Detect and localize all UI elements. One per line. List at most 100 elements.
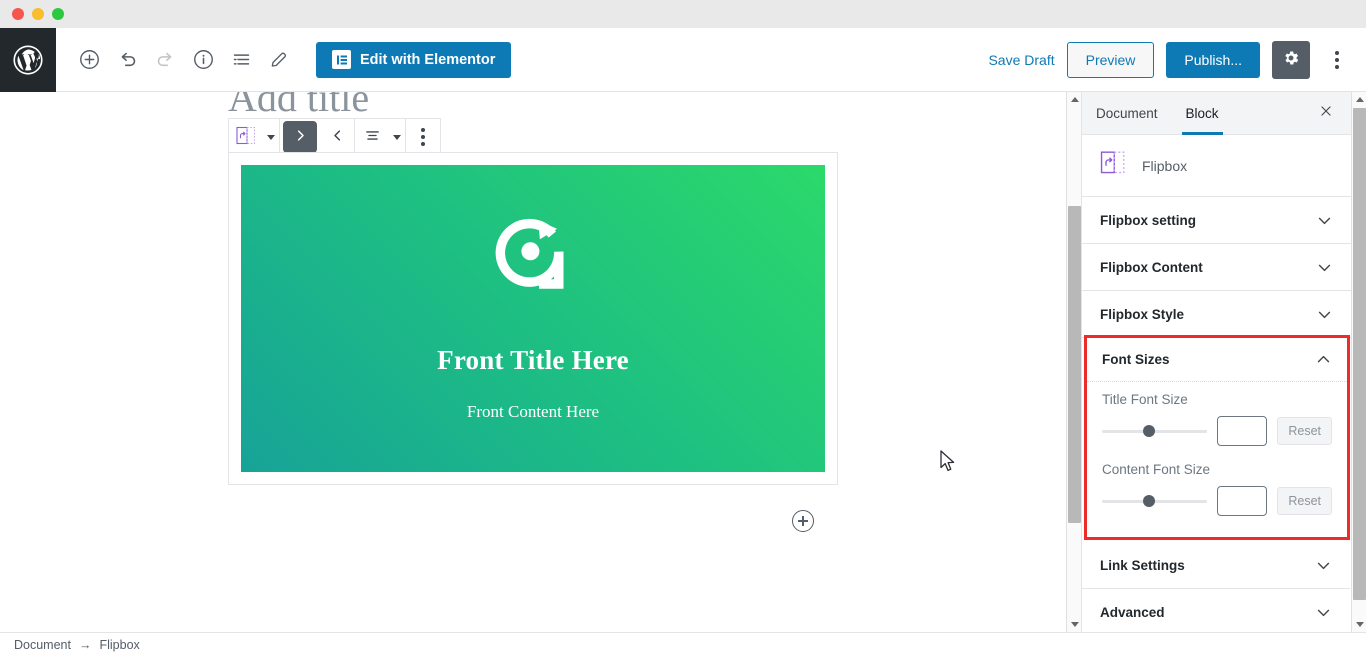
- flipbox-front-content[interactable]: Front Content Here: [467, 402, 599, 422]
- wordpress-logo-icon[interactable]: [0, 27, 56, 92]
- move-block-down-button[interactable]: [320, 119, 354, 155]
- editor-scrollbar[interactable]: [1066, 92, 1081, 632]
- save-draft-button[interactable]: Save Draft: [988, 52, 1054, 68]
- rotate-circle-arrow-icon: [490, 210, 576, 301]
- gear-icon: [1282, 49, 1300, 70]
- title-font-size-input[interactable]: [1217, 416, 1268, 446]
- chevron-down-icon: [1316, 306, 1333, 323]
- block-move-group: [280, 119, 355, 155]
- sidebar-scroll-down-button[interactable]: [1352, 617, 1366, 632]
- breadcrumb-arrow-icon: →: [78, 637, 92, 652]
- chevron-down-icon: [1316, 212, 1333, 229]
- toolbar-right-group: Save Draft Preview Publish...: [988, 40, 1366, 79]
- close-sidebar-button[interactable]: [1313, 100, 1339, 126]
- panel-font-sizes-body: Title Font Size Reset Content Font Size …: [1087, 382, 1347, 516]
- kebab-menu-icon: [1335, 50, 1339, 55]
- panel-font-sizes[interactable]: Font Sizes Title Font Size Reset Content…: [1084, 335, 1350, 540]
- content-info-button[interactable]: [184, 41, 222, 79]
- block-navigation-button[interactable]: [222, 41, 260, 79]
- add-block-button[interactable]: [70, 41, 108, 79]
- kebab-menu-icon: [421, 142, 425, 146]
- edit-mode-button[interactable]: [260, 41, 298, 79]
- move-block-up-button[interactable]: [283, 121, 317, 153]
- panel-font-sizes-header[interactable]: Font Sizes: [1087, 338, 1347, 382]
- align-center-icon: [364, 127, 381, 147]
- title-font-size-slider[interactable]: [1102, 422, 1208, 440]
- settings-button[interactable]: [1272, 40, 1310, 79]
- breadcrumb-status-bar: Document → Flipbox: [0, 632, 1366, 656]
- flipbox-front-face[interactable]: Front Title Here Front Content Here: [241, 165, 825, 472]
- panel-advanced[interactable]: Advanced: [1082, 589, 1350, 632]
- content-font-size-input[interactable]: [1217, 486, 1268, 516]
- panel-flipbox-content[interactable]: Flipbox Content: [1082, 244, 1351, 291]
- title-font-size-control: Reset: [1102, 416, 1332, 446]
- traffic-lights: [12, 8, 64, 20]
- edit-with-elementor-label: Edit with Elementor: [360, 51, 496, 68]
- chevron-down-icon: [1316, 259, 1333, 276]
- sidebar-scroll-up-button[interactable]: [1352, 92, 1366, 107]
- publish-button[interactable]: Publish...: [1166, 41, 1260, 78]
- editor-scroll-thumb[interactable]: [1068, 206, 1081, 523]
- align-chevron-down-icon[interactable]: [389, 134, 405, 140]
- window-maximize-button[interactable]: [52, 8, 64, 20]
- block-more-group: [406, 119, 440, 155]
- preview-button[interactable]: Preview: [1066, 41, 1155, 78]
- slider-thumb[interactable]: [1143, 495, 1156, 507]
- tab-document[interactable]: Document: [1082, 92, 1172, 135]
- flipbox-block-icon: [1100, 149, 1126, 182]
- chevron-down-icon: [1315, 557, 1332, 574]
- mouse-cursor: [940, 450, 957, 478]
- post-title-placeholder[interactable]: Add title: [228, 92, 369, 121]
- undo-button[interactable]: [108, 41, 146, 79]
- edit-with-elementor-button[interactable]: Edit with Elementor: [316, 41, 512, 78]
- tab-block[interactable]: Block: [1172, 92, 1233, 135]
- sidebar-scrollbar[interactable]: [1351, 92, 1366, 632]
- content-font-size-slider[interactable]: [1102, 492, 1208, 510]
- panel-flipbox-content-label: Flipbox Content: [1100, 259, 1203, 275]
- block-type-chevron-down-icon[interactable]: [263, 134, 279, 140]
- content-font-size-reset-button[interactable]: Reset: [1277, 487, 1332, 515]
- breadcrumb-flipbox[interactable]: Flipbox: [99, 638, 139, 652]
- align-button[interactable]: [355, 119, 389, 155]
- panel-font-sizes-label: Font Sizes: [1102, 352, 1170, 367]
- flipbox-block-wrapper[interactable]: Front Title Here Front Content Here: [228, 152, 838, 485]
- editor-top-toolbar: Edit with Elementor Save Draft Preview P…: [0, 27, 1366, 92]
- editor-scroll-up-button[interactable]: [1067, 92, 1082, 107]
- selected-block-name: Flipbox: [1142, 157, 1188, 174]
- panel-flipbox-style[interactable]: Flipbox Style: [1082, 291, 1351, 338]
- sidebar-tabs: Document Block: [1082, 92, 1351, 135]
- editor-canvas: Add title Front Title Here Front Content…: [0, 92, 1066, 632]
- chevron-up-icon: [1315, 351, 1332, 368]
- block-settings-sidebar: Document Block Flipbox Flipbox setting F…: [1081, 92, 1351, 632]
- window-close-button[interactable]: [12, 8, 24, 20]
- window-minimize-button[interactable]: [32, 8, 44, 20]
- flipbox-block-icon: [236, 125, 256, 150]
- title-font-size-reset-button[interactable]: Reset: [1277, 417, 1332, 445]
- block-align-group: [355, 119, 406, 155]
- slider-thumb[interactable]: [1143, 425, 1156, 437]
- content-font-size-label: Content Font Size: [1102, 462, 1211, 477]
- flipbox-front-title[interactable]: Front Title Here: [437, 345, 629, 376]
- kebab-menu-icon: [421, 128, 425, 132]
- selected-block-info: Flipbox: [1082, 135, 1351, 197]
- panel-link-settings-label: Link Settings: [1100, 557, 1185, 573]
- more-options-button[interactable]: [1322, 41, 1352, 79]
- kebab-menu-icon: [1335, 57, 1339, 62]
- editor-scroll-down-button[interactable]: [1067, 617, 1082, 632]
- inserter-add-block-button[interactable]: [792, 510, 814, 532]
- kebab-menu-icon: [1335, 64, 1339, 69]
- kebab-menu-icon: [421, 135, 425, 139]
- panel-flipbox-style-label: Flipbox Style: [1100, 306, 1185, 322]
- chevron-left-icon: [330, 128, 345, 146]
- panel-advanced-label: Advanced: [1100, 604, 1165, 620]
- panel-link-settings[interactable]: Link Settings: [1082, 542, 1350, 589]
- chevron-down-icon: [1315, 604, 1332, 621]
- close-icon: [1319, 103, 1333, 123]
- sidebar-scroll-thumb[interactable]: [1353, 108, 1366, 600]
- block-type-button[interactable]: [229, 119, 263, 155]
- breadcrumb-document[interactable]: Document: [14, 638, 71, 652]
- block-toolbar: [228, 118, 441, 156]
- window-titlebar: [0, 0, 1366, 28]
- panel-flipbox-setting[interactable]: Flipbox setting: [1082, 197, 1351, 244]
- block-more-options-button[interactable]: [406, 119, 440, 155]
